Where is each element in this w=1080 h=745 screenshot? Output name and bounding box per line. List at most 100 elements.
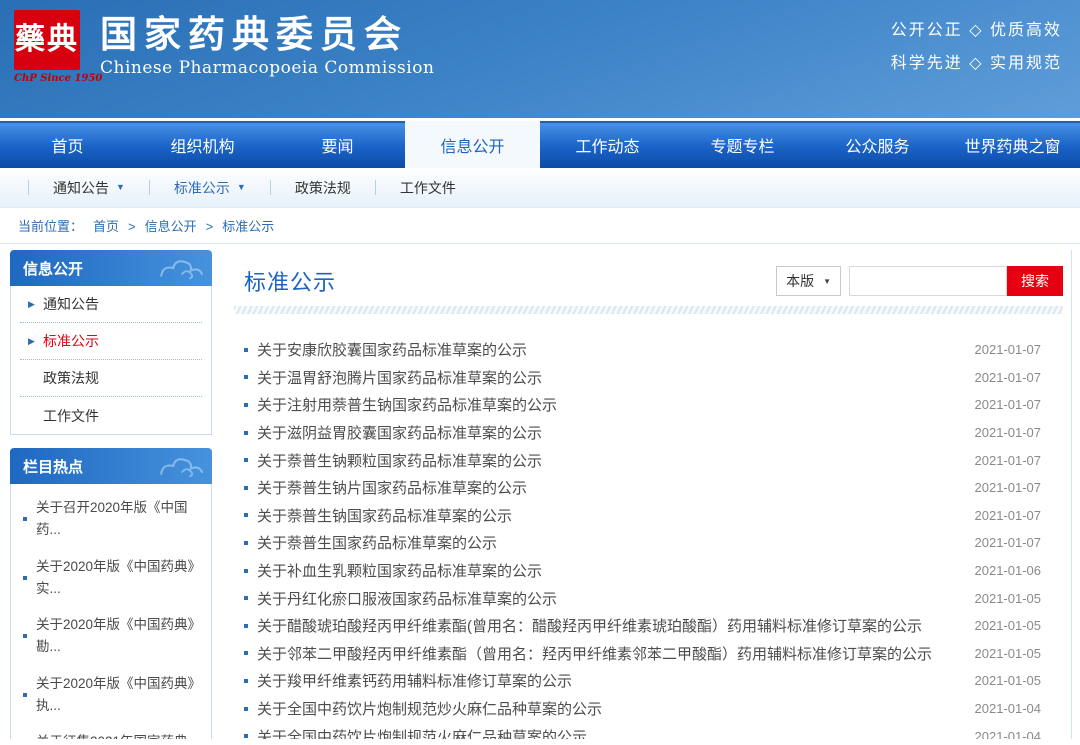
nav-tab-news[interactable]: 要闻 <box>270 121 405 168</box>
sidebar-item-label: 标准公示 <box>43 331 99 351</box>
bullet-icon <box>23 693 27 697</box>
bullet-icon <box>23 576 27 580</box>
bullet-icon <box>244 458 248 462</box>
list-item: 关于安康欣胶囊国家药品标准草案的公示2021-01-07 <box>244 336 1041 364</box>
nav-tab-work-trends[interactable]: 工作动态 <box>540 121 675 168</box>
hot-topic-item[interactable]: 关于征集2021年国家药典委员... <box>23 724 199 739</box>
news-title-link[interactable]: 关于邻苯二甲酸羟丙甲纤维素酯（曾用名：羟丙甲纤维素邻苯二甲酸酯）药用辅料标准修订… <box>257 643 963 664</box>
news-date: 2021-01-05 <box>975 646 1042 661</box>
news-date: 2021-01-07 <box>975 425 1042 440</box>
bullet-icon <box>244 651 248 655</box>
news-title-link[interactable]: 关于醋酸琥珀酸羟丙甲纤维素酯(曾用名：醋酸羟丙甲纤维素琥珀酸酯）药用辅料标准修订… <box>257 615 963 636</box>
news-title-link[interactable]: 关于萘普生钠颗粒国家药品标准草案的公示 <box>257 450 963 471</box>
header-slogans: 公开公正 ◇ 优质高效 科学先进 ◇ 实用规范 <box>891 14 1062 80</box>
cloud-decoration-icon <box>156 253 208 283</box>
breadcrumb-link-1[interactable]: 信息公开 <box>145 219 197 234</box>
news-date: 2021-01-07 <box>975 535 1042 550</box>
slogan-line-1: 公开公正 ◇ 优质高效 <box>891 14 1062 47</box>
news-title-link[interactable]: 关于羧甲纤维素钙药用辅料标准修订草案的公示 <box>257 670 963 691</box>
bullet-icon <box>244 486 248 490</box>
news-date: 2021-01-04 <box>975 729 1042 739</box>
list-item: 关于全国中药饮片炮制规范炒火麻仁品种草案的公示 2021-01-04 <box>244 695 1041 723</box>
chevron-down-icon: ▼ <box>237 183 246 192</box>
bullet-icon <box>244 679 248 683</box>
chevron-down-icon: ▼ <box>823 277 831 286</box>
list-item: 关于萘普生国家药品标准草案的公示 2021-01-07 <box>244 529 1041 557</box>
list-item: 关于邻苯二甲酸羟丙甲纤维素酯（曾用名：羟丙甲纤维素邻苯二甲酸酯）药用辅料标准修订… <box>244 640 1041 668</box>
list-item: 关于萘普生钠国家药品标准草案的公示 2021-01-07 <box>244 502 1041 530</box>
list-item: 关于萘普生钠颗粒国家药品标准草案的公示 2021-01-07 <box>244 446 1041 474</box>
site-logo[interactable]: 藥典 ChP Since 1950 <box>14 10 102 84</box>
news-title-link[interactable]: 关于补血生乳颗粒国家药品标准草案的公示 <box>257 560 963 581</box>
sidebar-section-hot-topics: 栏目热点 关于召开2020年版《中国药... 关于2020年版《中国药典》实...… <box>10 448 212 739</box>
news-title-link[interactable]: 关于滋阴益胃胶囊国家药品标准草案的公示 <box>257 422 963 443</box>
nav-tab-public-service[interactable]: 公众服务 <box>810 121 945 168</box>
nav-tab-special-topics[interactable]: 专题专栏 <box>675 121 810 168</box>
nav-tab-home[interactable]: 首页 <box>0 121 135 168</box>
news-title-link[interactable]: 关于注射用萘普生钠国家药品标准草案的公示 <box>257 394 963 415</box>
sidebar-item-notices[interactable]: ▶通知公告 <box>20 286 202 323</box>
list-item: 关于羧甲纤维素钙药用辅料标准修订草案的公示 2021-01-05 <box>244 667 1041 695</box>
news-date: 2021-01-07 <box>975 480 1042 495</box>
subnav-item-notices[interactable]: 通知公告▼ <box>29 178 149 198</box>
news-date: 2021-01-04 <box>975 701 1042 716</box>
sub-nav: 通知公告▼标准公示▼政策法规工作文件 <box>0 168 1080 208</box>
news-date: 2021-01-07 <box>975 397 1042 412</box>
bullet-icon <box>244 734 248 738</box>
bullet-icon <box>244 707 248 711</box>
hot-topic-title: 关于2020年版《中国药典》实... <box>36 556 199 601</box>
hot-topic-title: 关于召开2020年版《中国药... <box>36 497 199 542</box>
news-title-link[interactable]: 关于全国中药饮片炮制规范火麻仁品种草案的公示 <box>257 726 963 739</box>
site-title: 国家药典委员会 <box>100 12 434 56</box>
news-date: 2021-01-07 <box>975 453 1042 468</box>
search-scope-value: 本版 <box>786 271 814 291</box>
news-date: 2021-01-05 <box>975 673 1042 688</box>
hot-topic-title: 关于2020年版《中国药典》勘... <box>36 614 199 659</box>
news-title-link[interactable]: 关于萘普生钠片国家药品标准草案的公示 <box>257 477 963 498</box>
main-panel: 标准公示 本版 ▼ 搜索 关于安康欣胶囊国家药品标准草案的公示2021-01-0… <box>222 250 1072 739</box>
site-subtitle: Chinese Pharmacopoeia Commission <box>100 58 434 78</box>
sidebar-item-work-documents[interactable]: ▶工作文件 <box>20 397 202 434</box>
nav-tab-world-pharmacopoeia[interactable]: 世界药典之窗 <box>945 121 1080 168</box>
search-scope-select[interactable]: 本版 ▼ <box>776 266 841 296</box>
list-item: 关于注射用萘普生钠国家药品标准草案的公示 2021-01-07 <box>244 391 1041 419</box>
news-title-link[interactable]: 关于萘普生国家药品标准草案的公示 <box>257 532 963 553</box>
list-item: 关于温胃舒泡腾片国家药品标准草案的公示 2021-01-07 <box>244 364 1041 392</box>
breadcrumb-link-2[interactable]: 标准公示 <box>222 219 274 234</box>
sidebar-item-label: 政策法规 <box>43 368 99 388</box>
sidebar-item-standard-publicity[interactable]: ▶标准公示 <box>20 323 202 360</box>
subnav-item-work-documents[interactable]: 工作文件 <box>376 178 480 198</box>
subnav-item-standard-publicity[interactable]: 标准公示▼ <box>150 178 270 198</box>
bullet-icon <box>244 348 248 352</box>
logo-tagline: ChP Since 1950 <box>14 73 102 84</box>
news-title-link[interactable]: 关于安康欣胶囊国家药品标准草案的公示 <box>257 339 963 360</box>
bullet-icon <box>244 513 248 517</box>
hot-topic-item[interactable]: 关于召开2020年版《中国药... <box>23 490 199 549</box>
nav-tab-info-disclosure[interactable]: 信息公开 <box>405 121 540 168</box>
chevron-down-icon: ▼ <box>116 183 125 192</box>
search-button[interactable]: 搜索 <box>1007 266 1063 296</box>
news-title-link[interactable]: 关于温胃舒泡腾片国家药品标准草案的公示 <box>257 367 963 388</box>
hot-topic-title: 关于征集2021年国家药典委员... <box>36 731 199 739</box>
bullet-icon <box>244 596 248 600</box>
hot-topic-item[interactable]: 关于2020年版《中国药典》实... <box>23 549 199 608</box>
sidebar-section-hot-title: 栏目热点 <box>23 456 83 477</box>
hot-topic-item[interactable]: 关于2020年版《中国药典》执... <box>23 666 199 725</box>
logo-seal-icon: 藥典 <box>14 10 80 70</box>
nav-tab-organization[interactable]: 组织机构 <box>135 121 270 168</box>
search-input[interactable] <box>849 266 1007 296</box>
sidebar-item-label: 通知公告 <box>43 294 99 314</box>
sidebar-item-policies[interactable]: ▶政策法规 <box>20 360 202 397</box>
breadcrumb-separator: > <box>128 219 136 234</box>
news-date: 2021-01-07 <box>975 370 1042 385</box>
subnav-item-policies[interactable]: 政策法规 <box>271 178 375 198</box>
news-title-link[interactable]: 关于丹红化瘀口服液国家药品标准草案的公示 <box>257 588 963 609</box>
news-title-link[interactable]: 关于萘普生钠国家药品标准草案的公示 <box>257 505 963 526</box>
section-divider <box>234 306 1063 314</box>
news-title-link[interactable]: 关于全国中药饮片炮制规范炒火麻仁品种草案的公示 <box>257 698 963 719</box>
breadcrumb-link-0[interactable]: 首页 <box>93 219 119 234</box>
site-title-block: 国家药典委员会 Chinese Pharmacopoeia Commission <box>100 12 434 78</box>
hot-topic-item[interactable]: 关于2020年版《中国药典》勘... <box>23 607 199 666</box>
news-date: 2021-01-07 <box>975 508 1042 523</box>
list-item: 关于补血生乳颗粒国家药品标准草案的公示2021-01-06 <box>244 557 1041 585</box>
